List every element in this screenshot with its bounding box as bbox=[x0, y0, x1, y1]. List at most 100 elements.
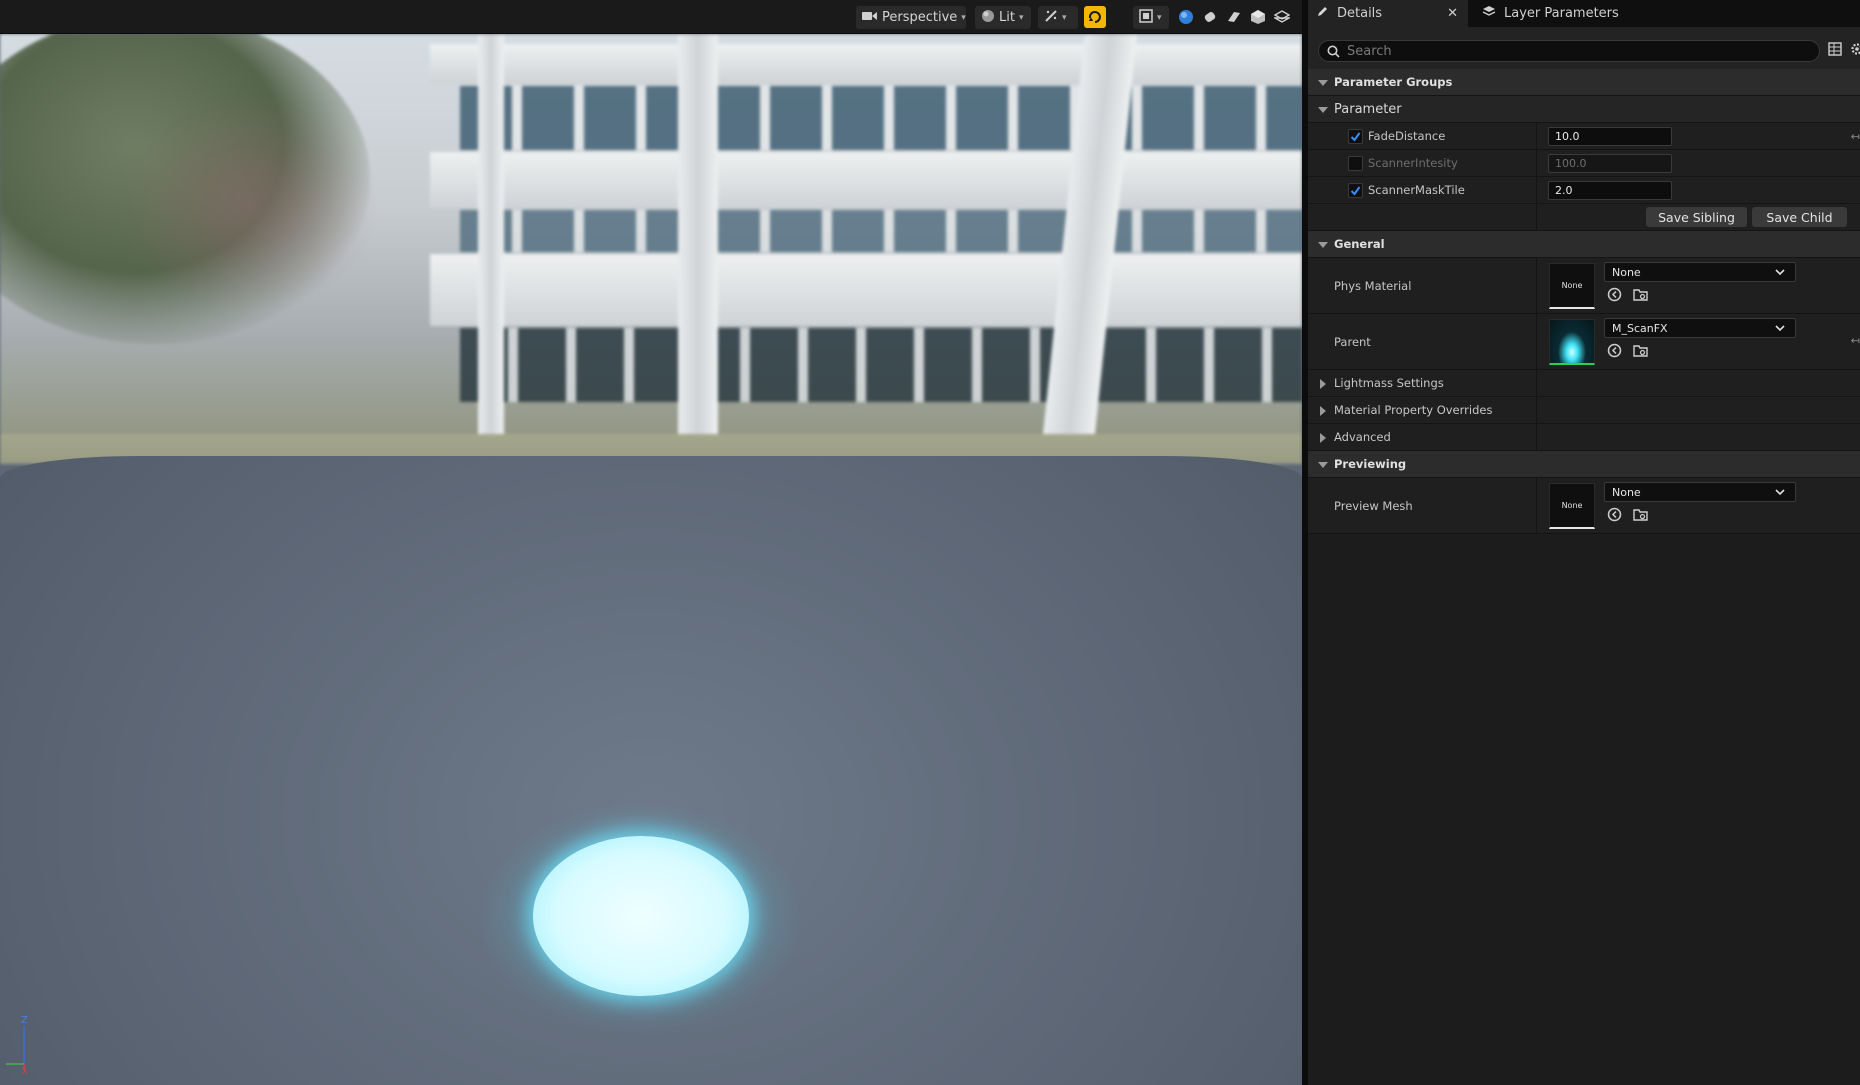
view-mode-label: Perspective bbox=[882, 10, 958, 25]
search-placeholder: Search bbox=[1347, 43, 1392, 59]
property-label: Material Property Overrides bbox=[1334, 403, 1493, 417]
x-axis-label: X bbox=[22, 1067, 28, 1074]
expand-arrow-icon[interactable] bbox=[1320, 406, 1326, 416]
asset-thumbnail[interactable]: None bbox=[1549, 263, 1595, 309]
asset-value: None bbox=[1612, 265, 1641, 279]
param-name: ScannerIntesity bbox=[1368, 156, 1458, 170]
use-selected-icon[interactable] bbox=[1606, 342, 1622, 358]
use-selected-icon[interactable] bbox=[1606, 506, 1622, 522]
reset-arrow-icon[interactable]: ↤ bbox=[1851, 130, 1860, 143]
property-label: Lightmass Settings bbox=[1334, 376, 1444, 390]
perspective-dropdown[interactable]: Perspective ▾ bbox=[856, 6, 966, 29]
category-previewing[interactable]: Previewing bbox=[1308, 451, 1860, 478]
preview-plane-icon[interactable] bbox=[1225, 8, 1243, 26]
group-label: Parameter bbox=[1334, 101, 1402, 117]
z-axis-label: Z bbox=[21, 1015, 28, 1026]
sphere-icon bbox=[981, 9, 995, 27]
save-child-button[interactable]: Save Child bbox=[1752, 207, 1847, 227]
asset-picker-combo[interactable]: None bbox=[1604, 262, 1796, 282]
layout-icon bbox=[1139, 8, 1153, 27]
browse-folder-icon[interactable] bbox=[1632, 342, 1648, 358]
param-enable-checkbox[interactable] bbox=[1348, 183, 1363, 198]
show-flags-dropdown[interactable]: ▾ bbox=[1038, 6, 1078, 29]
param-enable-checkbox[interactable] bbox=[1348, 156, 1363, 171]
table-view-icon[interactable] bbox=[1828, 41, 1842, 60]
parent-row: Parent M_ScanFX ↤ bbox=[1308, 314, 1860, 370]
expand-arrow-icon[interactable] bbox=[1318, 80, 1328, 86]
preview-cylinder-icon[interactable] bbox=[1201, 8, 1219, 26]
tab-layer-parameters[interactable]: Layer Parameters bbox=[1474, 0, 1674, 27]
lit-dropdown[interactable]: Lit ▾ bbox=[975, 6, 1031, 29]
asset-thumbnail[interactable]: None bbox=[1549, 483, 1595, 529]
pencil-icon bbox=[1316, 5, 1329, 22]
material-property-overrides-row[interactable]: Material Property Overrides bbox=[1308, 397, 1860, 424]
property-label: Parent bbox=[1334, 335, 1371, 349]
save-buttons-row: Save Sibling Save Child bbox=[1308, 204, 1860, 231]
expand-arrow-icon[interactable] bbox=[1318, 242, 1328, 248]
param-row-scannermasktile: ScannerMaskTile 2.0 bbox=[1308, 177, 1860, 204]
category-general[interactable]: General bbox=[1308, 231, 1860, 258]
chevron-down-icon: ▾ bbox=[961, 12, 966, 23]
preview-custom-mesh-icon[interactable] bbox=[1273, 8, 1291, 26]
lighting-mode-label: Lit bbox=[999, 10, 1015, 25]
preview-cube-icon[interactable] bbox=[1249, 8, 1267, 26]
browse-folder-icon[interactable] bbox=[1632, 286, 1648, 302]
chevron-down-icon: ▾ bbox=[1062, 12, 1067, 23]
settings-gear-icon[interactable] bbox=[1850, 41, 1860, 60]
level-viewport[interactable]: Perspective ▾ Lit ▾ ▾ ▾ Z X bbox=[0, 0, 1302, 1085]
expand-arrow-icon[interactable] bbox=[1318, 107, 1328, 113]
preview-sphere-icon[interactable] bbox=[1177, 8, 1195, 26]
group-parameter[interactable]: Parameter bbox=[1308, 96, 1860, 123]
expand-arrow-icon[interactable] bbox=[1320, 433, 1326, 443]
expand-arrow-icon[interactable] bbox=[1318, 462, 1328, 468]
panel-tabbar: Details ✕ Layer Parameters bbox=[1308, 0, 1860, 27]
param-row-scannerintesity: ScannerIntesity 100.0 bbox=[1308, 150, 1860, 177]
phys-material-row: Phys Material None None bbox=[1308, 258, 1860, 314]
category-label: Parameter Groups bbox=[1334, 75, 1453, 89]
chevron-down-icon bbox=[1774, 266, 1786, 281]
tab-layer-parameters-label: Layer Parameters bbox=[1504, 6, 1619, 21]
viewport-toolbar: Perspective ▾ Lit ▾ ▾ ▾ bbox=[0, 0, 1302, 34]
use-selected-icon[interactable] bbox=[1606, 286, 1622, 302]
reset-arrow-icon[interactable]: ↤ bbox=[1851, 334, 1860, 347]
param-row-fadedistance: FadeDistance 10.0 ↤ bbox=[1308, 123, 1860, 150]
param-value-input[interactable]: 10.0 bbox=[1548, 127, 1672, 146]
param-name: FadeDistance bbox=[1368, 129, 1446, 143]
search-icon bbox=[1327, 45, 1340, 62]
category-label: Previewing bbox=[1334, 457, 1407, 471]
advanced-row[interactable]: Advanced bbox=[1308, 424, 1860, 451]
lightmass-settings-row[interactable]: Lightmass Settings bbox=[1308, 370, 1860, 397]
expand-arrow-icon[interactable] bbox=[1320, 379, 1326, 389]
viewport-layout-dropdown[interactable]: ▾ bbox=[1133, 6, 1169, 29]
chevron-down-icon bbox=[1774, 486, 1786, 501]
parent-material-thumbnail[interactable] bbox=[1549, 319, 1595, 365]
chevron-down-icon: ▾ bbox=[1157, 12, 1162, 23]
tab-details[interactable]: Details ✕ bbox=[1308, 0, 1468, 27]
show-flags-icon bbox=[1044, 9, 1058, 27]
editor-window: Perspective ▾ Lit ▾ ▾ ▾ Z X Details ✕ La… bbox=[0, 0, 1860, 1085]
param-enable-checkbox[interactable] bbox=[1348, 129, 1363, 144]
category-label: General bbox=[1334, 237, 1385, 251]
camera-icon bbox=[862, 10, 878, 26]
preview-mesh-row: Preview Mesh None None bbox=[1308, 478, 1860, 534]
close-icon[interactable]: ✕ bbox=[1447, 6, 1458, 21]
browse-folder-icon[interactable] bbox=[1632, 506, 1648, 522]
search-row: Search bbox=[1308, 27, 1860, 69]
param-name: ScannerMaskTile bbox=[1368, 183, 1465, 197]
asset-picker-combo[interactable]: M_ScanFX bbox=[1604, 318, 1796, 338]
param-value-input[interactable]: 100.0 bbox=[1548, 154, 1672, 173]
asset-value: M_ScanFX bbox=[1612, 321, 1668, 335]
property-label: Phys Material bbox=[1334, 279, 1412, 293]
layers-icon bbox=[1482, 5, 1496, 22]
asset-value: None bbox=[1612, 485, 1641, 499]
asset-picker-combo[interactable]: None bbox=[1604, 482, 1796, 502]
save-sibling-button[interactable]: Save Sibling bbox=[1646, 207, 1747, 227]
tab-details-label: Details bbox=[1337, 6, 1383, 21]
search-input[interactable]: Search bbox=[1318, 40, 1820, 62]
param-value-input[interactable]: 2.0 bbox=[1548, 181, 1672, 200]
category-parameter-groups[interactable]: Parameter Groups bbox=[1308, 69, 1860, 96]
axis-gizmo: Z X bbox=[6, 1012, 36, 1076]
realtime-toggle-icon[interactable] bbox=[1084, 6, 1106, 28]
chevron-down-icon: ▾ bbox=[1018, 12, 1024, 23]
details-panel: Details ✕ Layer Parameters Search Parame… bbox=[1308, 0, 1860, 1085]
